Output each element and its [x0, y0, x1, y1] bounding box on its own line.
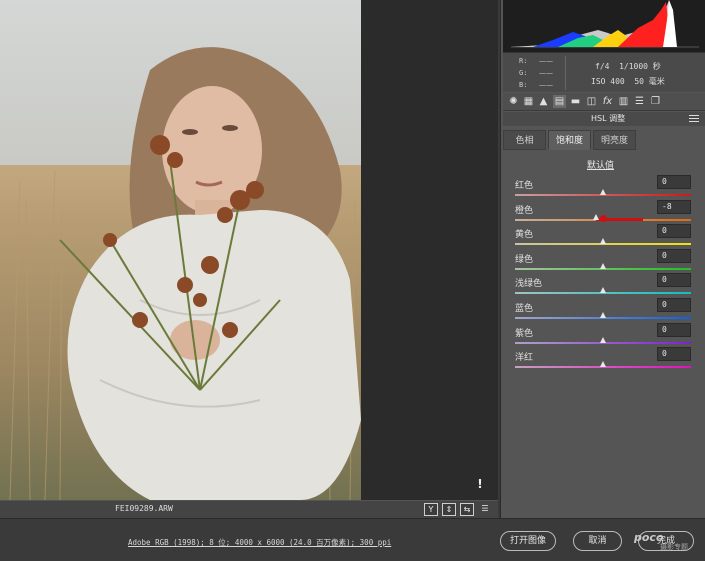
- slider-thumb[interactable]: [600, 336, 606, 343]
- iso-lens-info: ISO 400 50 毫米: [591, 77, 665, 86]
- panel-title: HSL 调整: [591, 114, 626, 123]
- slider-row: 洋红 0: [501, 347, 705, 375]
- slider-value-input[interactable]: 0: [657, 273, 691, 288]
- preview-status-bar: FEI09289.ARW Y ⇕ ⇆ ☰: [0, 500, 498, 518]
- warning-icon[interactable]: !: [473, 477, 487, 491]
- tab-hue[interactable]: 色相: [503, 130, 546, 150]
- panel-menu-icon[interactable]: [689, 113, 699, 123]
- workflow-options-link[interactable]: Adobe RGB (1998); 8 位; 4000 x 6000 (24.0…: [128, 537, 391, 548]
- preview-settings-icon[interactable]: ☰: [478, 503, 492, 516]
- r-value: ——: [539, 57, 553, 65]
- slider-value-input[interactable]: 0: [657, 347, 691, 362]
- photo-image: [0, 0, 361, 500]
- slider-handle-dot[interactable]: [600, 214, 607, 222]
- slider-value-input[interactable]: -8: [657, 199, 691, 214]
- slider-thumb[interactable]: [600, 189, 606, 195]
- image-preview[interactable]: !: [0, 0, 498, 500]
- split-icon[interactable]: ▬: [569, 95, 582, 108]
- slider-label: 蓝色: [515, 304, 534, 314]
- fx-icon[interactable]: fx: [601, 95, 614, 108]
- panel-toolbar: ✺ ▦ ▲ ▤ ▬ ◫ fx ▥ ☰ ❐: [503, 93, 705, 111]
- b-label: B:: [519, 81, 528, 89]
- tab-luminance[interactable]: 明亮度: [593, 130, 636, 150]
- slider-value-input[interactable]: 0: [657, 175, 691, 189]
- default-link[interactable]: 默认值: [587, 158, 614, 171]
- aperture-icon[interactable]: ✺: [507, 95, 520, 108]
- tab-saturation[interactable]: 饱和度: [548, 130, 591, 150]
- slider-label: 紫色: [515, 328, 534, 339]
- filename: FEI09289.ARW: [115, 504, 173, 513]
- slider-value-input[interactable]: 0: [657, 298, 691, 312]
- g-label: G:: [519, 69, 528, 77]
- g-value: ——: [539, 69, 553, 77]
- slider-thumb[interactable]: [600, 361, 606, 368]
- slider-thumb[interactable]: [600, 238, 606, 245]
- slider-value-input[interactable]: 0: [657, 248, 691, 263]
- exposure-info: f/4 1/1000 秒: [595, 62, 661, 71]
- info-divider: [565, 56, 566, 90]
- hsl-icon[interactable]: ▤: [553, 95, 566, 108]
- r-label: R:: [519, 57, 528, 65]
- slider-label: 红色: [515, 181, 534, 191]
- snapshot-icon[interactable]: ❐: [649, 95, 662, 108]
- slider-thumb[interactable]: [592, 213, 599, 220]
- view-copy-button[interactable]: ⇆: [460, 503, 474, 516]
- calibrate-icon[interactable]: ▥: [617, 95, 630, 108]
- histogram: [503, 0, 705, 52]
- slider-label: 黄色: [515, 230, 534, 241]
- open-image-button[interactable]: 打开图像: [500, 531, 556, 551]
- slider-label: 浅绿色: [515, 279, 543, 290]
- slider-thumb[interactable]: [600, 312, 606, 318]
- footer-bar: Adobe RGB (1998); 8 位; 4000 x 6000 (24.0…: [0, 518, 705, 561]
- slider-label: 橙色: [515, 205, 534, 216]
- view-y-button[interactable]: Y: [424, 503, 438, 516]
- mountain-icon[interactable]: ▲: [537, 95, 550, 108]
- grid-icon[interactable]: ▦: [522, 95, 535, 108]
- presets-icon[interactable]: ☰: [633, 95, 646, 108]
- hsl-tabs: 色相 饱和度 明亮度: [503, 128, 705, 151]
- slider-label: 洋红: [515, 353, 534, 364]
- view-swap-button[interactable]: ⇕: [442, 503, 456, 516]
- slider-thumb[interactable]: [600, 287, 606, 294]
- watermark-subtitle: 摄影专题: [660, 543, 688, 551]
- adjustment-panel: R: —— G: —— B: —— f/4 1/1000 秒 ISO 400 5…: [500, 0, 705, 518]
- camera-info: R: —— G: —— B: —— f/4 1/1000 秒 ISO 400 5…: [503, 52, 705, 92]
- panel-header: HSL 调整: [503, 112, 705, 126]
- slider-value-input[interactable]: 0: [657, 224, 691, 239]
- slider-value-input[interactable]: 0: [657, 322, 691, 337]
- slider-thumb[interactable]: [600, 262, 606, 269]
- cancel-button[interactable]: 取消: [573, 531, 622, 551]
- lens-icon[interactable]: ◫: [585, 95, 598, 108]
- b-value: ——: [539, 81, 553, 89]
- slider-label: 绿色: [515, 254, 534, 265]
